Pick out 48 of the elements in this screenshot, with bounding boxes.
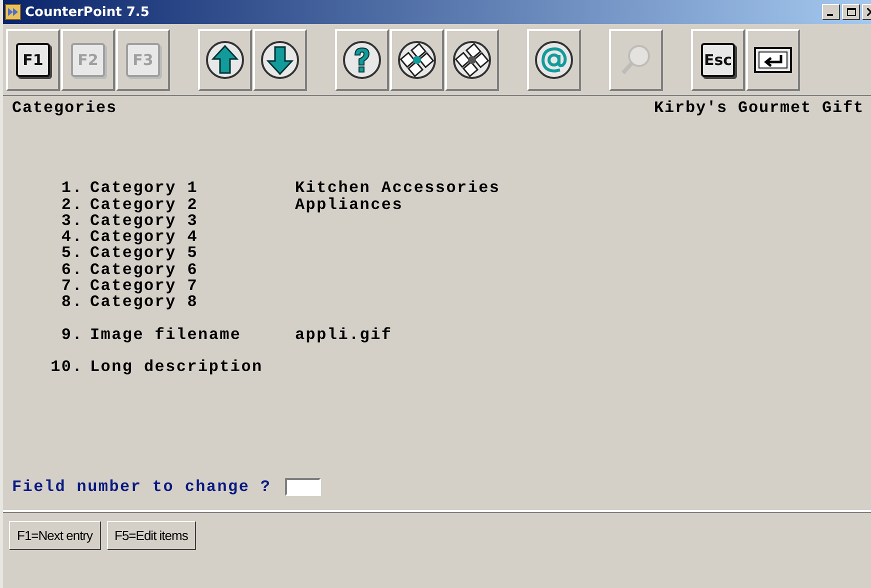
maximize-button[interactable] [842,4,860,20]
at-icon [534,40,574,80]
field-value: Kitchen Accessories [295,180,500,197]
toolbar-button[interactable] [335,29,389,91]
key-button[interactable]: Esc [691,29,745,91]
keypad-icon [397,40,437,80]
input-field[interactable] [285,478,322,496]
company-name: Kirby's Gourmet Gift [654,100,864,116]
field-label: Category 2 [90,196,200,213]
field-label: Long description [90,358,264,376]
toolbar-button[interactable] [198,29,252,91]
field-label: Category 8 [90,294,200,311]
field-label: Category 1 [90,180,200,197]
toolbar-button[interactable] [445,29,499,91]
field-number: 1. [60,180,83,197]
enter-key-icon [754,47,792,73]
field-label: Image filename [90,326,242,343]
field-label: Category 3 [90,212,200,230]
prompt-label: Field number to change ? [12,478,272,496]
field-value: Appliances [295,196,404,213]
field-number: 5. [60,245,83,262]
toolbar-button[interactable] [746,29,800,91]
toolbar-button[interactable] [390,29,444,91]
function-key-button[interactable]: F1=Next entry [9,521,101,550]
key-button[interactable]: F1 [6,29,60,91]
window-title: CounterPoint 7.5 [25,4,150,20]
field-label: Category 7 [90,278,200,294]
field-number: 10. [50,358,83,376]
maximize-icon [846,8,856,16]
help-icon [342,40,382,80]
field-label: Category 5 [90,245,200,262]
field-label: Category 6 [90,262,200,278]
minimize-button[interactable] [822,4,840,20]
field-number: 2. [60,196,83,213]
field-number: 3. [60,212,83,230]
field-number: 6. [60,262,83,278]
keypad-icon [452,40,492,80]
screen-title: Categories [12,100,118,116]
toolbar-button[interactable] [253,29,307,91]
field-number: 8. [60,294,83,311]
field-number: 4. [60,229,83,246]
field-number: 9. [60,326,83,343]
toolbar-button[interactable] [527,29,581,91]
app-icon [5,4,21,20]
field-label: Category 4 [90,229,200,246]
field-value: appli.gif [295,326,392,343]
function-key-button[interactable]: F5=Edit items [106,521,196,550]
field-number: 7. [60,278,83,294]
